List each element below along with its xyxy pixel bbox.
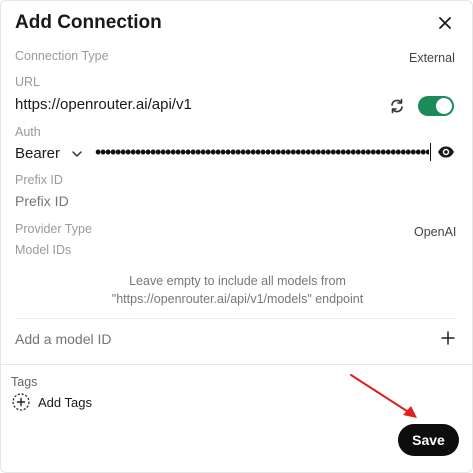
add-connection-dialog: Add Connection Connection Type External …: [0, 0, 473, 473]
chevron-down-icon: [72, 150, 82, 157]
add-tags-button[interactable]: Add Tags: [12, 393, 92, 411]
url-label: URL: [15, 75, 41, 89]
api-key-input[interactable]: ••••••••••••••••••••••••••••••••••••••••…: [95, 145, 429, 159]
dialog-title: Add Connection: [15, 12, 162, 33]
model-ids-hint: Leave empty to include all models from "…: [111, 274, 364, 306]
add-circle-icon: [12, 393, 30, 411]
auth-label: Auth: [15, 125, 41, 139]
provider-type-label: Provider Type: [15, 222, 92, 236]
eye-icon[interactable]: [437, 144, 455, 160]
refresh-icon[interactable]: [387, 96, 407, 116]
divider: [15, 318, 455, 319]
toggle-knob: [436, 98, 452, 114]
model-ids-label: Model IDs: [15, 243, 72, 257]
section-divider: [1, 364, 472, 365]
plus-icon[interactable]: [440, 330, 456, 346]
annotation-arrow-icon: [350, 374, 417, 418]
provider-type-value[interactable]: OpenAI: [414, 225, 456, 239]
text-cursor: [430, 143, 431, 161]
prefix-id-input[interactable]: [15, 193, 315, 209]
close-icon[interactable]: [433, 11, 457, 35]
auth-type-select[interactable]: Bearer: [15, 145, 84, 162]
model-id-input[interactable]: [15, 331, 415, 347]
connection-type-value[interactable]: External: [409, 51, 455, 65]
tags-label: Tags: [11, 375, 38, 389]
connection-type-label: Connection Type: [15, 49, 109, 63]
url-enabled-toggle[interactable]: [418, 96, 454, 116]
auth-type-value: Bearer: [15, 145, 61, 162]
prefix-id-label: Prefix ID: [15, 173, 63, 187]
add-tags-label: Add Tags: [38, 394, 92, 410]
url-field[interactable]: https://openrouter.ai/api/v1: [15, 96, 192, 113]
